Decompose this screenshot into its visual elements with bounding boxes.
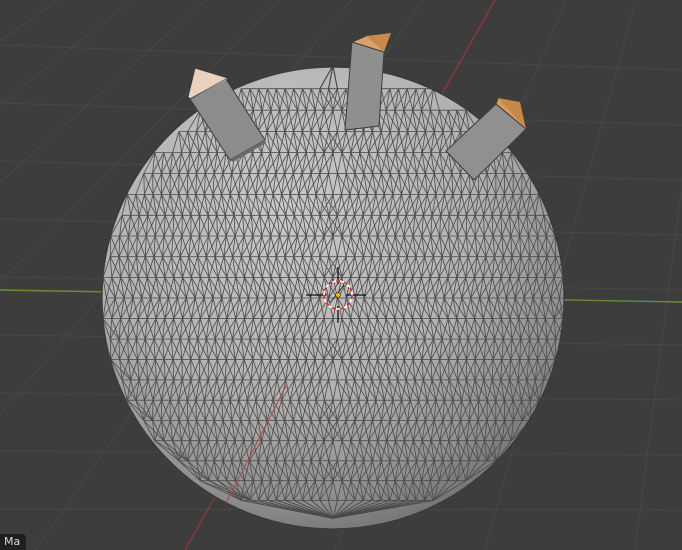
viewport-scene[interactable] — [0, 0, 682, 550]
3d-viewport[interactable]: Ma — [0, 0, 682, 550]
mode-label: Ma — [0, 534, 27, 550]
